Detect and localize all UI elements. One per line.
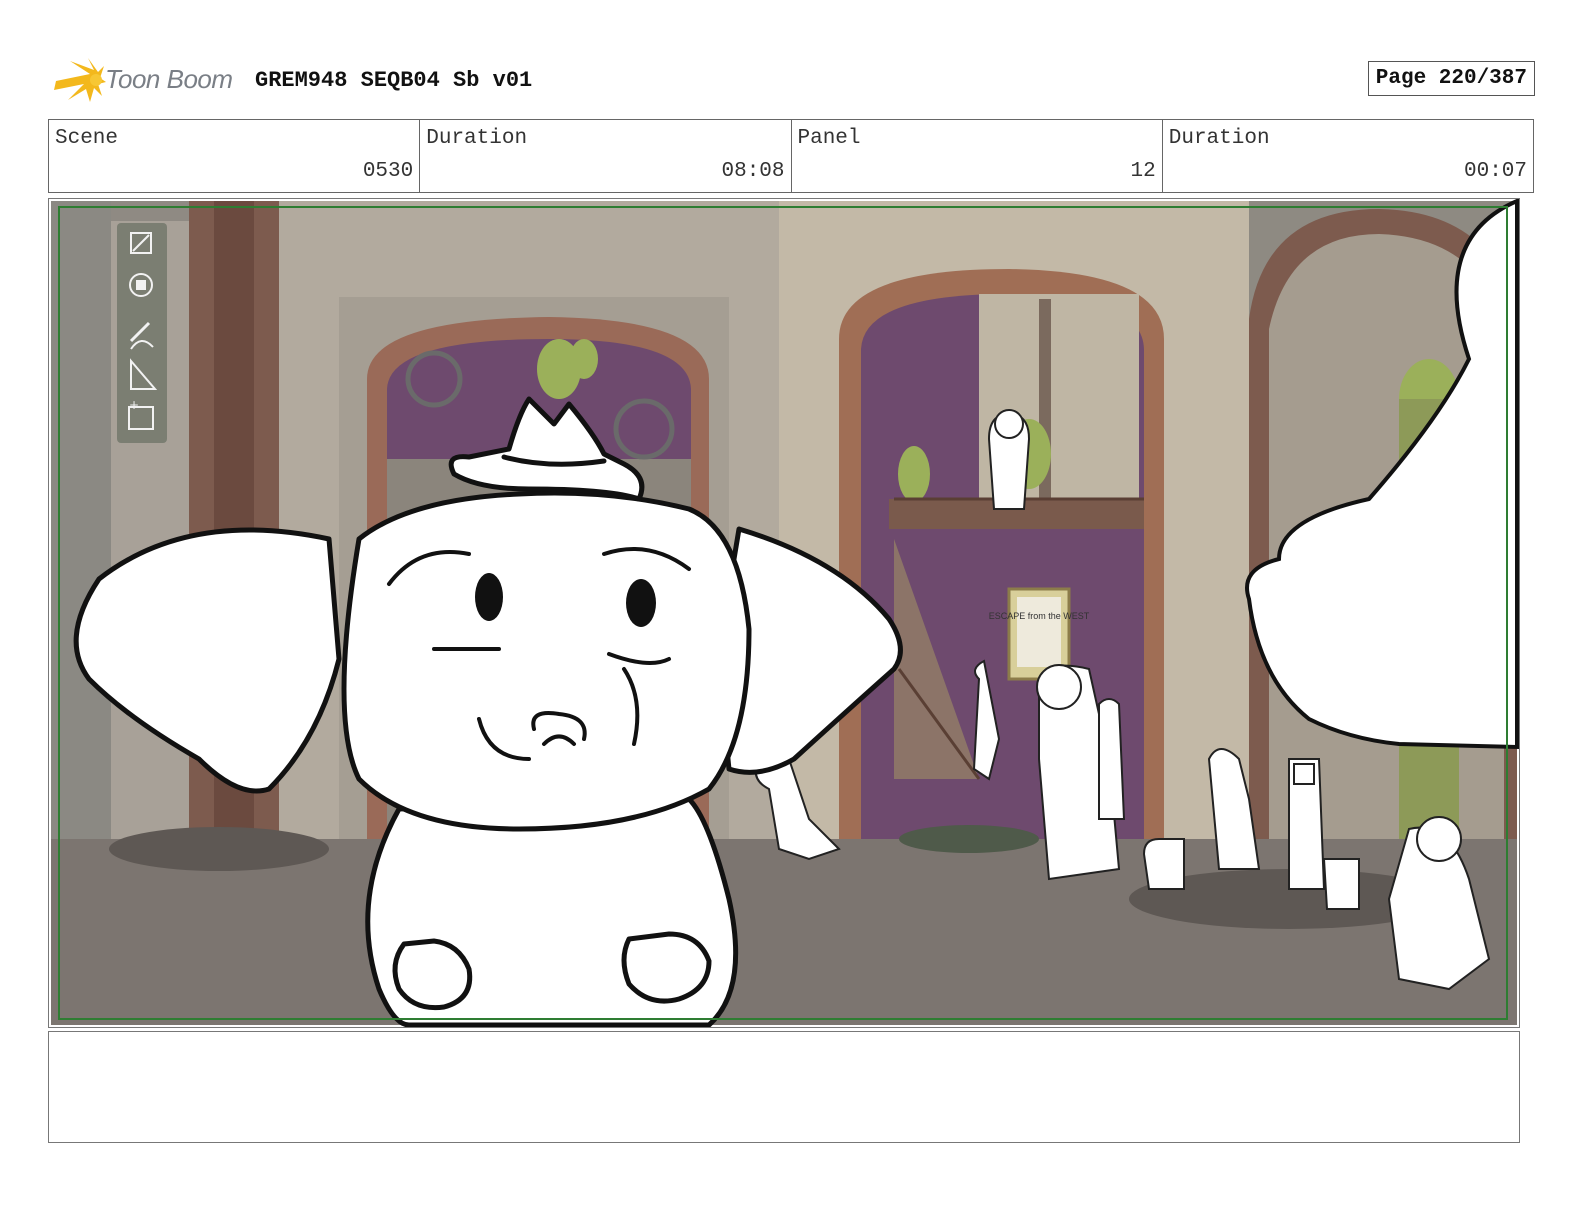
starburst-icon (54, 58, 106, 102)
info-row: Scene 0530 Duration 08:08 Panel 12 Durat… (48, 119, 1534, 193)
panel-duration-label: Duration (1168, 127, 1270, 150)
scene-cell: Scene 0530 (49, 120, 421, 192)
scene-value: 0530 (362, 160, 414, 183)
scene-duration-cell: Duration 08:08 (420, 120, 792, 192)
header: Toon Boom GREM948 SEQB04 Sb v01 Page 220… (50, 56, 1535, 106)
left-eye (475, 573, 503, 621)
panel-artwork: ESCAPE from the WEST + (51, 199, 1519, 1027)
panel-value: 12 (1130, 160, 1156, 183)
toon-boom-logo: Toon Boom (50, 56, 240, 106)
logo-text: Toon Boom (105, 64, 233, 94)
notes-box (48, 1031, 1520, 1143)
panel-duration-value: 00:07 (1463, 160, 1527, 183)
toolbar[interactable]: + (117, 223, 167, 443)
scene-label: Scene (55, 127, 119, 150)
table-center (899, 825, 1039, 853)
page-number: Page 220/387 (1367, 61, 1535, 96)
panel-duration-cell: Duration 00:07 (1163, 120, 1533, 192)
right-eye (626, 579, 656, 627)
scene-duration-value: 08:08 (721, 160, 785, 183)
project-title: GREM948 SEQB04 Sb v01 (255, 68, 533, 93)
storyboard-panel: ESCAPE from the WEST + (48, 198, 1520, 1028)
poster-text: ESCAPE from the WEST (989, 611, 1090, 621)
scene-duration-label: Duration (426, 127, 528, 150)
table-left (109, 827, 329, 871)
panel-label: Panel (797, 127, 861, 150)
panel-cell: Panel 12 (792, 120, 1163, 192)
svg-text:+: + (129, 398, 139, 412)
